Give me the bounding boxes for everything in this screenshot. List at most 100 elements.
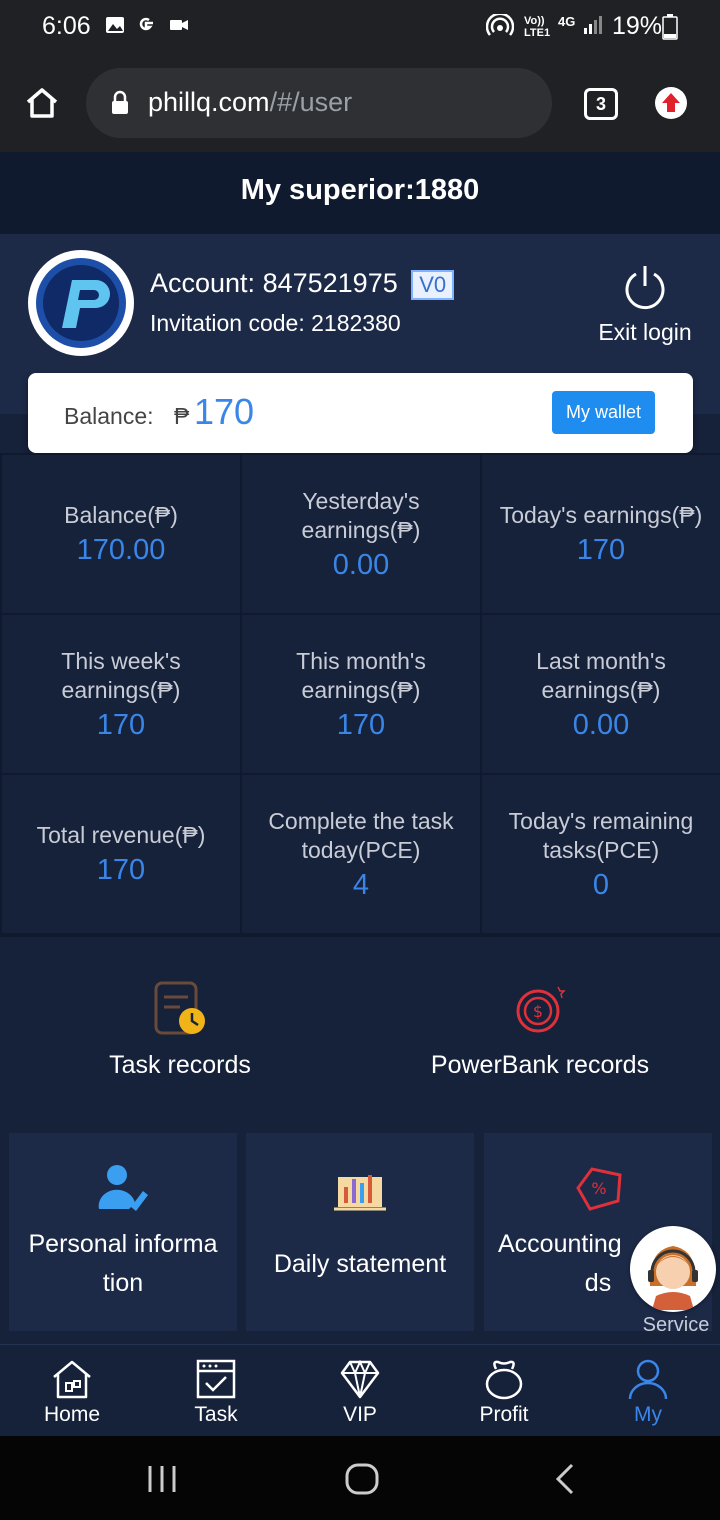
svg-text:%: % bbox=[591, 1179, 606, 1198]
stat-label: This month's earnings(₱) bbox=[296, 647, 426, 703]
video-icon bbox=[170, 20, 188, 30]
stat-last-month-earnings: Last month's earnings(₱) 0.00 bbox=[482, 615, 720, 773]
google-icon bbox=[139, 17, 153, 31]
vip-level-badge: V0 bbox=[411, 269, 455, 300]
task-records-icon bbox=[154, 981, 205, 1035]
stat-yesterday-earnings: Yesterday's earnings(₱) 0.00 bbox=[242, 455, 480, 613]
task-icon bbox=[196, 1359, 236, 1399]
account-value: 847521975 bbox=[262, 268, 398, 298]
stat-today-earnings: Today's earnings(₱) 170 bbox=[482, 455, 720, 613]
battery-icon bbox=[662, 14, 678, 40]
page-title: My superior:1880 bbox=[240, 174, 480, 206]
invite-line: Invitation code: 2182380 bbox=[150, 310, 401, 337]
invite-value: 2182380 bbox=[311, 310, 401, 336]
recent-apps-icon[interactable] bbox=[146, 1464, 178, 1494]
invite-label: Invitation code: bbox=[150, 310, 305, 336]
stat-label: Complete the task today(PCE) bbox=[268, 807, 454, 863]
nav-vip-label: VIP bbox=[343, 1403, 377, 1426]
powerbank-records-label: PowerBank records bbox=[430, 1051, 650, 1079]
url-path: /#/user bbox=[269, 87, 353, 117]
account-line: Account: 847521975 V0 bbox=[150, 268, 455, 300]
url-text: phillq.com/#/user bbox=[148, 87, 352, 118]
exit-login-button[interactable]: Exit login bbox=[590, 262, 700, 346]
url-host: phillq.com bbox=[148, 87, 270, 117]
account-label: Account: bbox=[150, 268, 256, 298]
avatar bbox=[28, 250, 134, 356]
status-time: 6:06 bbox=[42, 12, 91, 40]
stat-label: This week's earnings(₱) bbox=[61, 647, 181, 703]
balance-currency: ₱ bbox=[174, 403, 190, 429]
personal-information-label-line2: tion bbox=[102, 1269, 144, 1297]
stat-value: 0 bbox=[592, 868, 610, 901]
stat-label: Balance(₱) bbox=[64, 502, 178, 528]
personal-information-label-line1: Personal informa bbox=[28, 1230, 218, 1258]
home-icon bbox=[53, 1360, 91, 1399]
stat-value: 0.00 bbox=[572, 708, 630, 741]
exit-login-label: Exit login bbox=[598, 319, 692, 345]
nav-my-label: My bbox=[634, 1403, 662, 1426]
powerbank-records-icon: $ bbox=[516, 986, 566, 1033]
stat-month-earnings: This month's earnings(₱) 170 bbox=[242, 615, 480, 773]
stat-completed-tasks: Complete the task today(PCE) 4 bbox=[242, 775, 480, 933]
bottom-navigation: Home Task VIP Profit My bbox=[0, 1344, 720, 1436]
nav-my[interactable]: My bbox=[576, 1345, 720, 1437]
personal-information-tile[interactable]: Personal informa tion bbox=[9, 1133, 237, 1331]
records-section: Task records $ PowerBank records bbox=[0, 953, 720, 1115]
home-icon[interactable] bbox=[24, 86, 60, 120]
update-icon[interactable] bbox=[654, 86, 688, 120]
stat-label: Today's remaining tasks(PCE) bbox=[508, 807, 694, 863]
money-bag-icon bbox=[485, 1360, 523, 1400]
task-records-button[interactable]: Task records bbox=[0, 953, 360, 1115]
customer-service-icon bbox=[630, 1226, 716, 1312]
home-circle-icon[interactable] bbox=[344, 1462, 380, 1496]
stat-label: Yesterday's earnings(₱) bbox=[301, 487, 421, 543]
my-wallet-button[interactable]: My wallet bbox=[552, 391, 655, 434]
stat-value: 4 bbox=[352, 868, 370, 901]
stat-remaining-tasks: Today's remaining tasks(PCE) 0 bbox=[482, 775, 720, 933]
hotspot-icon bbox=[486, 14, 514, 36]
back-icon[interactable] bbox=[552, 1462, 576, 1496]
signal-icon bbox=[584, 16, 602, 34]
stats-grid: Balance(₱) 170.00 Yesterday's earnings(₱)… bbox=[0, 453, 720, 937]
customer-service-button[interactable]: Service bbox=[630, 1226, 716, 1341]
stat-week-earnings: This week's earnings(₱) 170 bbox=[2, 615, 240, 773]
user-edit-icon bbox=[98, 1165, 148, 1211]
tab-switcher-button[interactable]: 3 bbox=[584, 88, 618, 120]
system-navigation-bar bbox=[0, 1436, 720, 1520]
volte-icon: Vo)) LTE1 bbox=[524, 15, 551, 39]
chart-statement-icon bbox=[334, 1175, 386, 1211]
daily-statement-label: Daily statement bbox=[273, 1250, 447, 1278]
stat-label: Last month's earnings(₱) bbox=[536, 647, 666, 703]
svg-text:$: $ bbox=[533, 1002, 543, 1021]
stat-value: 170 bbox=[96, 708, 146, 741]
browser-toolbar: phillq.com/#/user 3 bbox=[0, 56, 720, 152]
daily-statement-tile[interactable]: Daily statement bbox=[246, 1133, 474, 1331]
nav-home[interactable]: Home bbox=[0, 1345, 144, 1437]
status-bar: 6:06 Vo)) LTE1 4G 19% bbox=[0, 0, 720, 56]
service-label: Service bbox=[642, 1314, 710, 1336]
stat-value: 170 bbox=[576, 534, 626, 566]
tab-count: 3 bbox=[595, 94, 606, 114]
balance-value: 170 bbox=[194, 391, 255, 432]
discount-tag-icon: % bbox=[576, 1167, 622, 1211]
stat-value: 0.00 bbox=[332, 548, 390, 581]
4g-icon: 4G bbox=[558, 14, 576, 29]
stat-label: Today's earnings(₱) bbox=[499, 502, 703, 528]
power-icon bbox=[625, 266, 665, 310]
user-icon bbox=[628, 1359, 668, 1400]
balance-label: Balance: bbox=[64, 403, 154, 429]
nav-vip[interactable]: VIP bbox=[288, 1345, 432, 1437]
nav-task[interactable]: Task bbox=[144, 1345, 288, 1437]
image-icon bbox=[106, 17, 124, 33]
address-bar[interactable]: phillq.com/#/user bbox=[86, 68, 552, 138]
stat-value: 170 bbox=[96, 854, 146, 886]
stat-label: Total revenue(₱) bbox=[36, 822, 206, 848]
nav-profit[interactable]: Profit bbox=[432, 1345, 576, 1437]
nav-home-label: Home bbox=[43, 1403, 101, 1426]
lock-icon bbox=[112, 90, 128, 114]
powerbank-records-button[interactable]: $ PowerBank records bbox=[360, 953, 720, 1115]
nav-task-label: Task bbox=[194, 1403, 238, 1426]
stat-total-revenue: Total revenue(₱) 170 bbox=[2, 775, 240, 933]
nav-profit-label: Profit bbox=[479, 1403, 529, 1426]
stat-value: 170.00 bbox=[76, 534, 166, 566]
